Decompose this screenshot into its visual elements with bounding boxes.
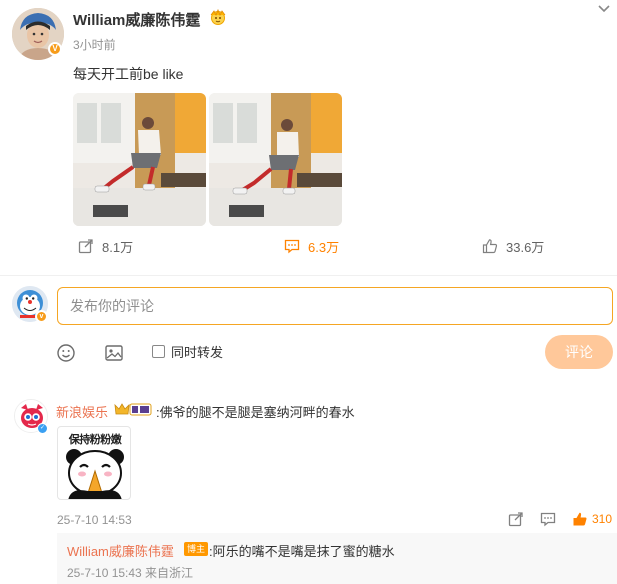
comment-text: :佛爷的腿不是腿是塞纳河畔的春水 [156, 405, 355, 420]
emoji-icon[interactable] [56, 343, 76, 363]
reply-icon[interactable] [540, 511, 556, 527]
repost-toggle[interactable]: 同时转发 [152, 342, 223, 361]
vip-level-badge-icon [114, 403, 152, 416]
like-button[interactable]: 33.6万 [482, 236, 544, 256]
repost-count: 8.1万 [102, 239, 134, 255]
comment-like-icon[interactable] [572, 511, 588, 527]
repost-icon [78, 239, 93, 254]
crown-badge-icon [210, 9, 226, 25]
author-tag-badge: 博主 [184, 542, 209, 556]
repost-button[interactable]: 8.1万 [78, 236, 133, 256]
commenter-verified-icon: ✓ [37, 423, 48, 434]
verified-badge-icon: V [48, 42, 62, 56]
author-name[interactable]: William威廉陈伟霆 [73, 9, 200, 30]
submit-comment-button[interactable]: 评论 [545, 335, 613, 369]
repost-checkbox[interactable] [152, 345, 165, 358]
chevron-down-icon[interactable] [596, 2, 612, 16]
share-icon[interactable] [508, 511, 524, 527]
reply-author-name[interactable]: William威廉陈伟霆 [67, 541, 174, 560]
reply-text: :阿乐的嘴不是嘴是抹了蜜的糖水 [209, 544, 395, 559]
comment-sticker[interactable]: 保持粉粉嫩 [57, 426, 131, 500]
comment-icon [284, 239, 300, 254]
image-icon[interactable] [104, 343, 124, 363]
comment-input[interactable] [57, 287, 613, 325]
post-photo-1[interactable] [73, 93, 206, 226]
comment-button[interactable]: 6.3万 [284, 236, 339, 256]
comment-time: 25-7-10 14:53 [57, 513, 132, 527]
comment-count: 6.3万 [308, 239, 340, 255]
repost-toggle-label: 同时转发 [171, 345, 224, 360]
post-time[interactable]: 3小时前 [73, 36, 116, 53]
reply-time: 25-7-10 15:43 来自浙江 [67, 566, 194, 580]
post-text: 每天开工前be like [73, 66, 184, 82]
divider [0, 275, 617, 276]
like-count: 33.6万 [506, 239, 545, 255]
like-icon [482, 239, 498, 254]
commenter-name[interactable]: 新浪娱乐 [56, 402, 108, 421]
post-photo-2[interactable] [209, 93, 342, 226]
comment-like-count: 310 [592, 512, 613, 526]
user-verified-icon: v [35, 310, 48, 323]
